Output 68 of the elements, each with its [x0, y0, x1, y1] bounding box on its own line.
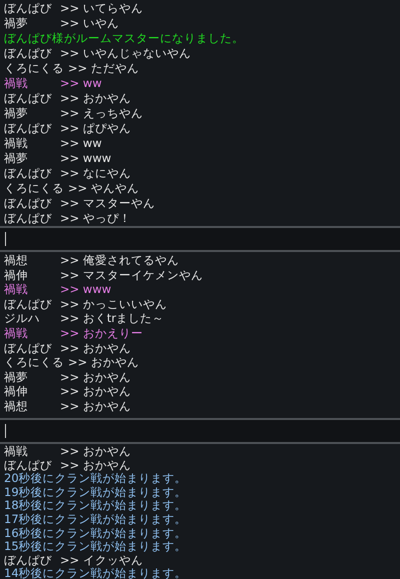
- chat-message: >> おくtrました～: [60, 311, 164, 326]
- chat-sender-name: ぼんぱび: [4, 46, 53, 61]
- system-message: 20秒後にクラン戦が始まります。: [4, 472, 188, 486]
- chat-sender-name: 禍夢: [4, 370, 29, 384]
- chat-message: >> 俺愛されてるやん: [60, 253, 179, 268]
- chat-sender-name: 禍戦: [4, 136, 29, 151]
- chat-input-field[interactable]: [0, 226, 400, 252]
- text-cursor-icon: [5, 232, 6, 246]
- chat-sender-name: ぼんぱび: [4, 121, 53, 136]
- chat-message: >> ただやん: [68, 61, 139, 76]
- chat-input-field[interactable]: [0, 418, 400, 444]
- chat-message: >> やっぴ！: [60, 211, 131, 226]
- chat-sender-name: 禍夢: [4, 16, 29, 31]
- chat-message: >> イクッやん: [60, 554, 143, 568]
- system-message: 16秒後にクラン戦が始まります。: [4, 526, 188, 540]
- chat-sender-name: 禍伸: [4, 268, 29, 282]
- chat-message: >> いやん: [60, 16, 119, 31]
- chat-message: >> えっちやん: [60, 106, 143, 121]
- chat-message: >> やんやん: [68, 181, 139, 196]
- chat-sender-name: ぼんぱび: [4, 211, 53, 226]
- chat-message: >> かっこいいやん: [60, 296, 167, 312]
- chat-message: >> いてらやん: [60, 1, 143, 16]
- chat-message: >> おかやん: [60, 445, 131, 459]
- chat-sender-name: くろにくる: [4, 61, 65, 76]
- chat-sender-name: ぼんぱび: [4, 91, 53, 106]
- chat-sender-name: ぼんぱび: [4, 296, 53, 312]
- chat-message: >> おかえりー: [60, 326, 143, 341]
- system-message: 18秒後にクラン戦が始まります。: [4, 499, 188, 513]
- chat-sender-name: ぼんぱび: [4, 340, 53, 356]
- chat-message: >> おかやん: [60, 458, 131, 472]
- chat-sender-name: 禍戦: [4, 282, 29, 297]
- chat-sender-name: 禍戦: [4, 76, 29, 91]
- chat-message: >> www: [60, 282, 112, 297]
- system-message: ぼんぱび様がルームマスターになりました。: [4, 31, 245, 46]
- chat-message: >> マスターやん: [60, 196, 155, 211]
- chat-message: >> おかやん: [60, 340, 131, 356]
- chat-message: >> おかやん: [68, 355, 139, 370]
- chat-message: >> ww: [60, 136, 102, 151]
- chat-message: >> おかやん: [60, 370, 131, 384]
- chat-sender-name: 禍夢: [4, 151, 29, 166]
- system-message: 17秒後にクラン戦が始まります。: [4, 512, 188, 527]
- chat-sender-name: ジルハ: [4, 311, 41, 326]
- chat-sender-name: 禍想: [4, 398, 29, 414]
- chat-sender-name: 禍戦: [4, 326, 29, 341]
- chat-sender-name: 禍想: [4, 253, 29, 268]
- chat-message: >> ぱぴやん: [60, 121, 131, 136]
- chat-sender-name: 禍夢: [4, 106, 29, 121]
- chat-message: >> おかやん: [60, 398, 131, 414]
- chat-message: >> いやんじゃないやん: [60, 46, 191, 61]
- chat-sender-name: ぼんぱび: [4, 1, 53, 16]
- chat-sender-name: 禍戦: [4, 445, 29, 459]
- chat-message: >> マスターイケメンやん: [60, 268, 203, 282]
- system-message: 19秒後にクラン戦が始まります。: [4, 486, 188, 500]
- chat-message: >> おかやん: [60, 91, 131, 106]
- chat-sender-name: くろにくる: [4, 355, 65, 370]
- chat-sender-name: ぼんぱび: [4, 166, 53, 181]
- chat-sender-name: ぼんぱび: [4, 458, 53, 472]
- chat-sender-name: ぼんぱび: [4, 554, 53, 568]
- chat-sender-name: ぼんぱび: [4, 196, 53, 211]
- chat-sender-name: くろにくる: [4, 181, 65, 196]
- system-message: 14秒後にクラン戦が始まります。: [4, 567, 188, 579]
- system-message: 15秒後にクラン戦が始まります。: [4, 540, 188, 554]
- chat-message: >> おかやん: [60, 384, 131, 399]
- chat-sender-name: 禍伸: [4, 384, 29, 399]
- chat-message: >> www: [60, 151, 112, 166]
- text-cursor-icon: [5, 424, 6, 438]
- chat-message: >> ww: [60, 76, 102, 91]
- chat-message: >> なにやん: [60, 166, 131, 181]
